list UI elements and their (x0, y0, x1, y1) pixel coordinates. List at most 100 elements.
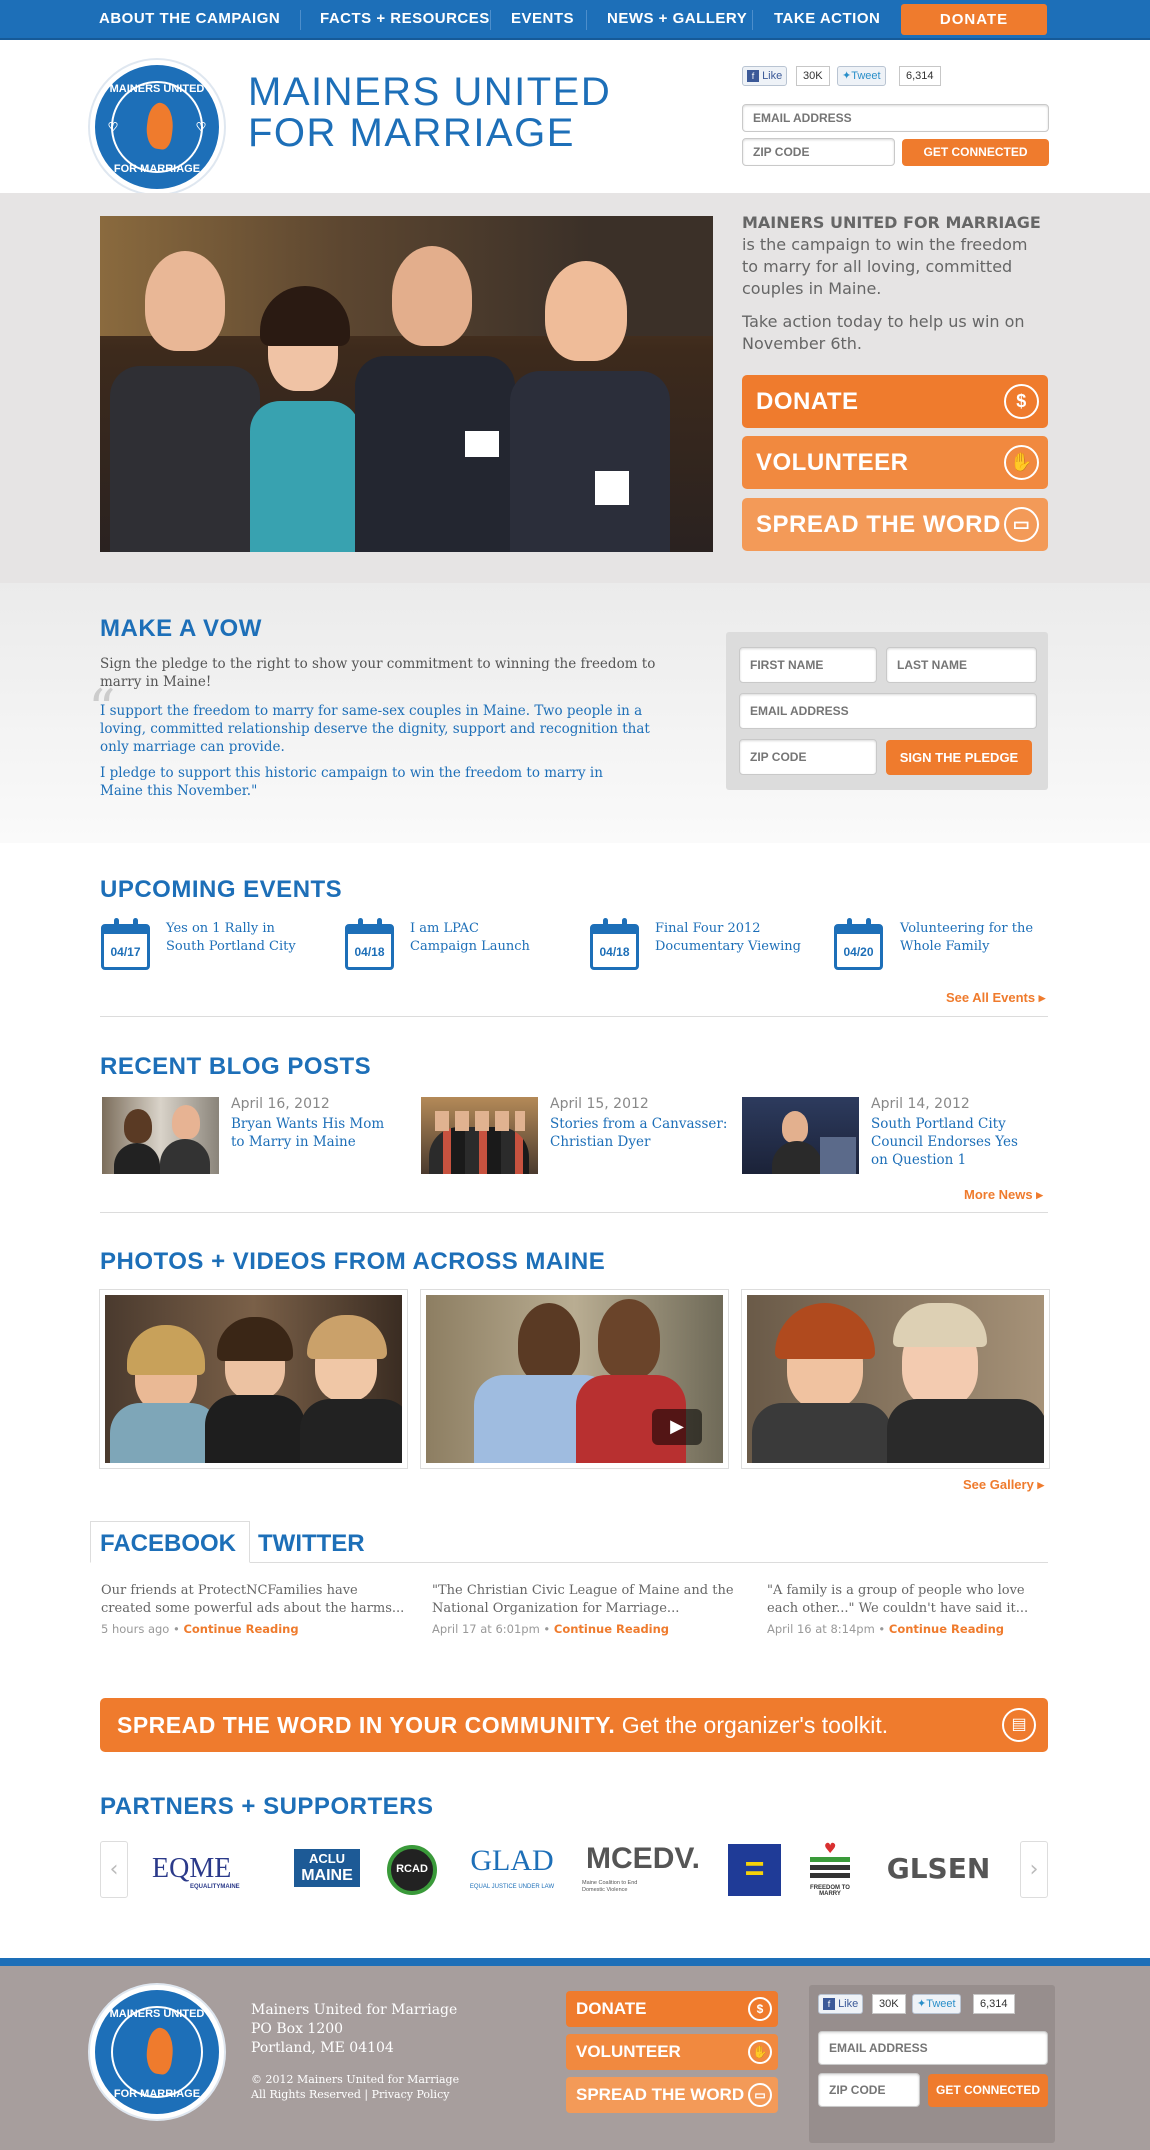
footer-donate-button[interactable]: DONATE $ (566, 1991, 778, 2027)
carousel-prev-button[interactable]: ‹ (100, 1841, 128, 1898)
logo-top-text: MAINERS UNITED (109, 83, 205, 95)
event-link[interactable]: Yes on 1 Rally in South Portland City (166, 920, 296, 956)
volunteer-button[interactable]: VOLUNTEER ✋ (742, 436, 1048, 489)
site-logo[interactable]: MAINERS UNITED FOR MARRIAGE ♡ ♡ (90, 60, 224, 194)
speech-bubble-icon: ▭ (748, 2083, 772, 2107)
feed-item-meta: April 16 at 8:14pm • Continue Reading (767, 1622, 1005, 1636)
partners-heading: PARTNERS + SUPPORTERS (100, 1793, 434, 1820)
person-suit (510, 371, 670, 552)
event-link[interactable]: Final Four 2012 Documentary Viewing (655, 920, 801, 956)
tab-facebook[interactable]: FACEBOOK (100, 1530, 236, 1558)
chevron-right-icon: ▸ (1038, 990, 1046, 1005)
rcad-logo[interactable]: RCAD (387, 1845, 437, 1895)
blog-post-link[interactable]: Bryan Wants His Mom to Marry in Maine (231, 1115, 401, 1151)
blog-date: April 15, 2012 (550, 1096, 649, 1112)
tweet-button[interactable]: ✦Tweet (837, 66, 886, 86)
gallery-photo[interactable] (100, 1290, 407, 1468)
zip-field[interactable] (742, 138, 895, 166)
footer-zip-field[interactable] (818, 2073, 920, 2107)
donate-button[interactable]: DONATE $ (742, 375, 1048, 428)
feed-item-meta: April 17 at 6:01pm • Continue Reading (432, 1622, 670, 1636)
facebook-like-button[interactable]: f Like (818, 1994, 864, 2014)
nav-events[interactable]: EVENTS (511, 0, 574, 38)
last-name-field[interactable] (886, 647, 1037, 683)
top-navigation: ABOUT THE CAMPAIGN FACTS + RESOURCES EVE… (0, 0, 1150, 40)
footer-logo[interactable]: MAINERS UNITED FOR MARRIAGE (90, 1985, 224, 2119)
tweet-count: 6,314 (899, 66, 941, 86)
tab-twitter[interactable]: TWITTER (258, 1530, 365, 1558)
calendar-icon: 04/18 (590, 918, 639, 970)
gallery-photo[interactable] (742, 1290, 1049, 1468)
blog-thumbnail[interactable] (742, 1097, 859, 1174)
first-name-field[interactable] (739, 647, 877, 683)
more-news-link[interactable]: More News ▸ (964, 1187, 1043, 1203)
hero-text: is the campaign to win the freedom to ma… (742, 235, 1028, 298)
vow-heading: MAKE A VOW (100, 615, 262, 642)
blog-heading: RECENT BLOG POSTS (100, 1053, 372, 1080)
eqme-logo[interactable]: EQME (152, 1853, 270, 1885)
tweet-button[interactable]: ✦Tweet (912, 1994, 961, 2014)
gallery-video[interactable]: ▶ (421, 1290, 728, 1468)
hero-description: MAINERS UNITED FOR MARRIAGE is the campa… (742, 212, 1048, 300)
get-connected-button[interactable]: GET CONNECTED (902, 139, 1049, 166)
see-gallery-link[interactable]: See Gallery ▸ (963, 1477, 1044, 1493)
event-link[interactable]: Volunteering for the Whole Family (900, 920, 1033, 956)
blog-post-link[interactable]: South Portland City Council Endorses Yes… (871, 1115, 1031, 1169)
glad-logo[interactable]: GLAD (462, 1844, 562, 1878)
vow-pledge-text: I pledge to support this historic campai… (100, 765, 603, 799)
continue-reading-link[interactable]: Continue Reading (554, 1622, 669, 1636)
nav-facts[interactable]: FACTS + RESOURCES (320, 0, 490, 38)
chevron-right-icon: ▸ (1037, 1477, 1044, 1492)
facebook-like-button[interactable]: f Like (742, 66, 788, 86)
facebook-like-count: 30K (872, 1994, 906, 2014)
nav-about[interactable]: ABOUT THE CAMPAIGN (99, 0, 280, 38)
facebook-like-count: 30K (796, 66, 830, 86)
footer-email-field[interactable] (818, 2031, 1048, 2065)
nav-donate-button[interactable]: DONATE (901, 4, 1047, 35)
chevron-right-icon: ▸ (1036, 1187, 1043, 1202)
blog-post-link[interactable]: Stories from a Canvasser: Christian Dyer (550, 1115, 730, 1151)
feed-item-text: "The Christian Civic League of Maine and… (432, 1583, 734, 1616)
sign-pledge-button[interactable]: SIGN THE PLEDGE (886, 740, 1032, 775)
email-field[interactable] (742, 104, 1049, 132)
hrc-logo[interactable]: = (728, 1844, 781, 1896)
aclu-maine-logo[interactable]: ACLU MAINE (294, 1849, 360, 1887)
calendar-icon: 04/17 (101, 918, 150, 970)
pledge-zip-field[interactable] (739, 739, 877, 775)
organizer-toolkit-banner[interactable]: SPREAD THE WORD IN YOUR COMMUNITY. Get t… (100, 1698, 1048, 1752)
event-link[interactable]: I am LPAC Campaign Launch (410, 920, 530, 956)
play-icon[interactable]: ▶ (652, 1409, 702, 1445)
freedom-to-marry-logo[interactable]: ♥ (808, 1842, 852, 1883)
donate-label: DONATE (756, 388, 859, 415)
footer-spread-button[interactable]: SPREAD THE WORD ▭ (566, 2077, 778, 2113)
person-top (250, 401, 360, 552)
banner-bold-text: SPREAD THE WORD IN YOUR COMMUNITY. (117, 1712, 616, 1738)
spread-the-word-button[interactable]: SPREAD THE WORD ▭ (742, 498, 1048, 551)
nav-take-action[interactable]: TAKE ACTION (774, 0, 880, 38)
carousel-next-button[interactable]: › (1020, 1841, 1048, 1898)
vow-quote: I support the freedom to marry for same-… (100, 703, 650, 755)
see-all-events-link[interactable]: See All Events ▸ (946, 990, 1045, 1006)
continue-reading-link[interactable]: Continue Reading (889, 1622, 1004, 1636)
facebook-icon: f (823, 1998, 835, 2011)
nav-divider (752, 10, 753, 30)
blog-thumbnail[interactable] (102, 1097, 219, 1174)
hero-call-to-action: Take action today to help us win on Nove… (742, 312, 1025, 353)
calendar-icon: 04/20 (834, 918, 883, 970)
continue-reading-link[interactable]: Continue Reading (183, 1622, 298, 1636)
mcedv-logo[interactable]: MCEDV. (580, 1842, 706, 1876)
events-heading: UPCOMING EVENTS (100, 876, 343, 903)
glsen-logo[interactable]: GLSEN (876, 1852, 1001, 1885)
privacy-policy-link[interactable]: Privacy Policy (372, 2088, 450, 2101)
logo-bottom-text: FOR MARRIAGE (113, 163, 201, 175)
blog-date: April 14, 2012 (871, 1096, 970, 1112)
eqme-tagline: EQUALITYMAINE (190, 1884, 240, 1890)
footer-volunteer-button[interactable]: VOLUNTEER ✋ (566, 2034, 778, 2070)
footer-address: Mainers United for Marriage PO Box 1200 … (251, 2002, 458, 2056)
blog-thumbnail[interactable] (421, 1097, 538, 1174)
feed-item-text: "A family is a group of people who love … (767, 1583, 1029, 1616)
footer-connect-button[interactable]: GET CONNECTED (928, 2074, 1048, 2107)
pledge-email-field[interactable] (739, 693, 1037, 729)
nav-news-gallery[interactable]: NEWS + GALLERY (607, 0, 747, 38)
logo-top-text: MAINERS UNITED (109, 2008, 205, 2020)
